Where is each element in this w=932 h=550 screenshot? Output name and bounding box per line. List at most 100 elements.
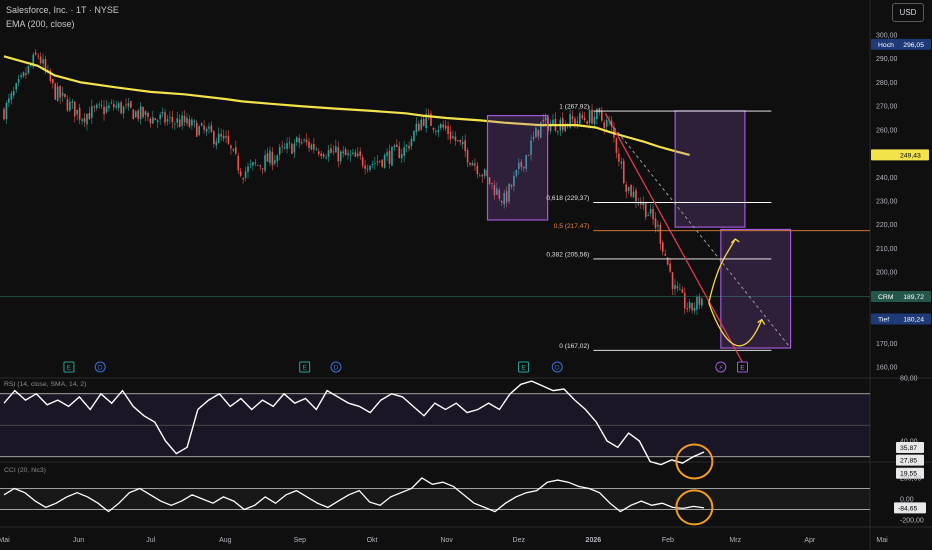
chart-canvas[interactable]: 1 (267,92) 0,618 (229,37) 0,5 (217,47) 0,38…: [0, 0, 932, 550]
cci-value-label: -84,65: [898, 505, 917, 512]
candle-body: [117, 103, 120, 108]
candle-body: [332, 151, 335, 153]
price-label-value: 189,72: [903, 294, 924, 301]
rsi-title: RSI (14, close, SMA, 14, 2): [4, 381, 86, 388]
candle-body: [242, 177, 244, 180]
candle-body: [398, 146, 401, 158]
candle-body: [149, 118, 152, 124]
candle-body: [15, 83, 17, 90]
x-tick-label: Apr: [804, 537, 816, 544]
target-box-upper: [674, 110, 746, 228]
candle-body: [369, 165, 371, 170]
candle-body: [78, 107, 81, 120]
candle-body: [464, 140, 466, 152]
candle-body: [442, 124, 444, 128]
candle-body: [327, 150, 330, 157]
candle-body: [596, 108, 598, 119]
candle-body: [103, 106, 105, 115]
candle-body: [166, 119, 169, 122]
candle-body: [640, 201, 642, 205]
candle-body: [466, 150, 469, 163]
candle-body: [620, 161, 623, 164]
candle-body: [308, 141, 310, 148]
candle-body: [27, 65, 30, 74]
candle-body: [73, 101, 76, 117]
candle-body: [662, 242, 664, 252]
price-tick-label: 200,00: [876, 270, 898, 277]
candle-body: [195, 122, 198, 137]
candle-body: [164, 112, 166, 123]
candle-body: [471, 162, 474, 166]
candle-body: [225, 136, 227, 138]
candle-body: [120, 102, 122, 114]
candle-body: [137, 110, 139, 119]
candle-body: [247, 166, 249, 172]
candle-body: [352, 152, 354, 154]
candle-body: [315, 149, 318, 151]
x-tick-label: Mai: [0, 537, 10, 544]
candle-body: [603, 122, 606, 129]
candle-body: [393, 145, 396, 148]
candle-body: [198, 126, 200, 135]
candle-body: [622, 160, 625, 184]
candle-body: [256, 164, 259, 166]
candle-body: [171, 116, 174, 123]
candle-body: [593, 116, 596, 125]
candle-body: [674, 284, 676, 289]
candle-body: [598, 108, 601, 113]
price-tick-label: 160,00: [876, 365, 898, 372]
candle-body: [132, 109, 135, 120]
candle-body: [698, 296, 701, 305]
candle-body: [410, 138, 413, 147]
candle-body: [359, 151, 362, 157]
candle-body: [449, 131, 452, 139]
price-tick-label: 240,00: [876, 175, 898, 182]
candle-body: [86, 113, 88, 125]
candle-body: [483, 169, 486, 177]
candle-body: [418, 123, 420, 132]
candle-body: [481, 174, 484, 177]
candle-body: [586, 121, 588, 125]
candle-body: [474, 163, 476, 166]
candle-body: [322, 154, 325, 157]
candle-body: [576, 121, 579, 123]
candle-body: [161, 111, 164, 114]
candle-body: [174, 123, 176, 125]
x-tick-label: Mrz: [729, 537, 741, 544]
x-tick-label: Dez: [513, 537, 526, 544]
candle-body: [701, 298, 703, 306]
candle-body: [344, 149, 347, 156]
candle-body: [579, 113, 581, 124]
candle-body: [44, 59, 47, 70]
candle-body: [376, 161, 379, 163]
candle-body: [81, 119, 83, 121]
candle-body: [664, 253, 667, 256]
candle-body: [100, 104, 103, 106]
candle-body: [134, 111, 137, 118]
fib-level-label: 0,618 (229,37): [546, 195, 589, 202]
candle-body: [76, 109, 78, 115]
event-marker-label: E: [67, 365, 72, 372]
candle-body: [95, 104, 98, 108]
event-marker-label: D: [555, 365, 560, 372]
candle-body: [210, 125, 213, 132]
candle-body: [366, 168, 369, 170]
candle-body: [632, 191, 635, 198]
candle-body: [657, 224, 659, 227]
candle-body: [325, 157, 327, 159]
chart-root: Salesforce, Inc. · 1T · NYSE EMA (200, c…: [0, 0, 932, 550]
candle-body: [300, 142, 303, 144]
price-label-name: CRM: [878, 294, 894, 301]
candle-body: [652, 209, 654, 220]
candle-body: [266, 153, 269, 162]
candle-body: [93, 106, 96, 108]
candle-body: [176, 118, 179, 123]
consolidation-box: [486, 115, 549, 221]
candle-body: [591, 109, 593, 124]
candle-body: [298, 137, 301, 143]
price-tick-label: 300,00: [876, 33, 898, 40]
candle-body: [371, 164, 374, 165]
x-tick-label: Jun: [73, 537, 84, 544]
rsi-value-label: 35,87: [900, 445, 917, 452]
candle-body: [71, 101, 74, 103]
